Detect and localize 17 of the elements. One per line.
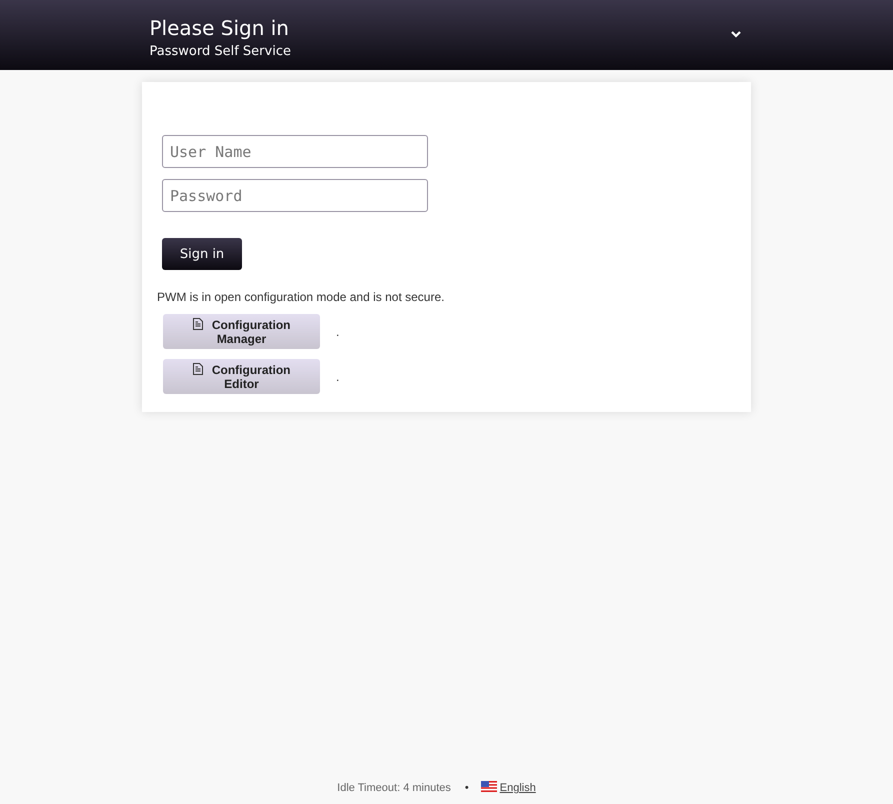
document-icon [192,318,202,330]
action-description: . [336,370,340,384]
configuration-button[interactable]: Configuration Editor [163,359,320,394]
sign-in-button[interactable]: Sign in [162,238,242,270]
app-subtitle: Password Self Service [150,43,291,61]
language-link[interactable]: English [500,782,536,794]
configuration-button[interactable]: Configuration Manager [163,314,320,349]
username-field[interactable]: User Name [162,135,428,168]
security-notice: PWM is in open configuration mode and is not secure. [157,290,446,304]
password-field[interactable]: Password [162,179,428,212]
page-title: Please Sign in [150,15,290,41]
flag-icon [480,781,497,792]
action-description: . [336,324,340,338]
document-icon [192,362,202,374]
chevron-down-icon[interactable] [730,30,740,38]
separator-dot: • [464,782,469,794]
idle-timeout-text: Idle Timeout: 4 minutes [337,782,451,794]
